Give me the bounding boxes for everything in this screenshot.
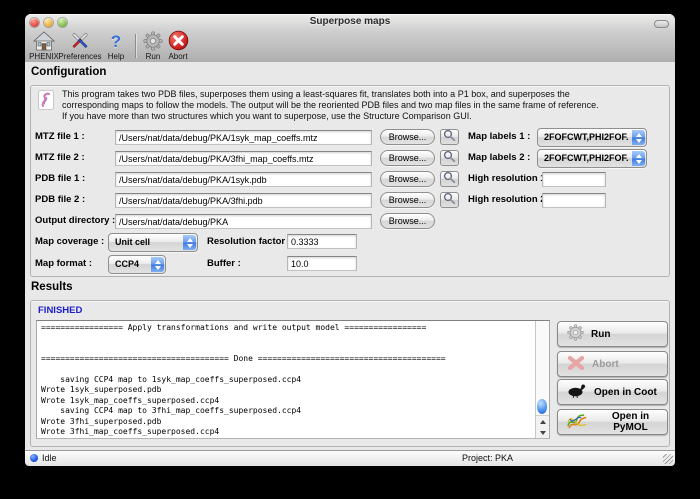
- log-output-area[interactable]: ================= Apply transformations …: [36, 320, 550, 439]
- project-label: Project: PKA: [462, 453, 513, 463]
- run-button[interactable]: Run: [557, 321, 668, 347]
- pdb-file-2-browse-button[interactable]: Browse...: [380, 192, 435, 208]
- toolbar-toggle-button[interactable]: [654, 20, 669, 28]
- open-in-pymol-label: Open in PyMOL: [594, 411, 667, 433]
- map-coverage-select[interactable]: Unit cell: [108, 233, 198, 252]
- output-directory-input[interactable]: [115, 214, 372, 229]
- open-in-coot-label: Open in Coot: [594, 387, 657, 398]
- window-title: Superpose maps: [25, 16, 675, 27]
- stepper-arrows-icon: [151, 257, 164, 272]
- output-directory-browse-button[interactable]: Browse...: [380, 213, 435, 229]
- magnifier-icon: [443, 150, 456, 166]
- arrow-up-icon: [540, 420, 546, 424]
- map-format-select[interactable]: CCP4: [108, 255, 166, 274]
- arrow-down-icon: [540, 431, 546, 435]
- program-ribbon-icon: [38, 90, 54, 115]
- magnifier-icon: [443, 192, 456, 208]
- resize-grip[interactable]: [663, 454, 673, 464]
- configuration-section-title: Configuration: [31, 66, 106, 78]
- high-resolution-2-input[interactable]: [542, 193, 606, 208]
- stepper-arrows-icon: [183, 235, 196, 250]
- magnifier-icon: [443, 129, 456, 145]
- pdb-file-1-browse-button[interactable]: Browse...: [380, 171, 435, 187]
- pdb-file-1-inspect-button[interactable]: [440, 171, 459, 187]
- title-toolbar-chrome: Superpose maps PHENIX: [25, 14, 675, 63]
- mtz-file-1-label: MTZ file 1 :: [35, 131, 85, 142]
- mtz-file-2-inspect-button[interactable]: [440, 150, 459, 166]
- toolbar-label-abort: Abort: [161, 52, 195, 61]
- map-format-value: CCP4: [115, 259, 147, 269]
- mtz-file-2-input[interactable]: [115, 151, 372, 166]
- mtz-file-1-inspect-button[interactable]: [440, 129, 459, 145]
- resolution-factor-input[interactable]: [287, 234, 357, 249]
- map-format-label: Map format :: [35, 258, 92, 269]
- results-section-title: Results: [31, 281, 73, 293]
- status-bar: Idle Project: PKA: [25, 450, 675, 466]
- scrollbar-arrow-buttons: [536, 415, 549, 438]
- map-labels-1-value: 2FOFCWT,PHI2FOF...: [544, 132, 628, 142]
- pdb-file-2-input[interactable]: [115, 193, 372, 208]
- close-window-button[interactable]: [30, 18, 39, 27]
- tools-icon: [54, 30, 106, 51]
- toolbar-item-help[interactable]: ? Help: [102, 30, 130, 61]
- high-resolution-1-label: High resolution 1 :: [468, 173, 551, 184]
- pdb-file-2-inspect-button[interactable]: [440, 192, 459, 208]
- mtz-file-2-label: MTZ file 2 :: [35, 152, 85, 163]
- abort-x-icon: [567, 355, 585, 374]
- log-text: ================= Apply transformations …: [37, 321, 549, 439]
- map-labels-2-select[interactable]: 2FOFCWT,PHI2FOF...: [537, 149, 647, 168]
- open-in-pymol-button[interactable]: Open in PyMOL: [557, 409, 668, 435]
- map-labels-1-select[interactable]: 2FOFCWT,PHI2FOF...: [537, 128, 647, 147]
- desktop-background: Superpose maps PHENIX: [0, 0, 700, 499]
- high-resolution-1-input[interactable]: [542, 172, 606, 187]
- help-icon: ?: [102, 30, 130, 51]
- mtz-file-2-browse-button[interactable]: Browse...: [380, 150, 435, 166]
- zoom-window-button[interactable]: [58, 18, 67, 27]
- pdb-file-1-label: PDB file 1 :: [35, 173, 85, 184]
- status-text: Idle: [42, 453, 57, 463]
- app-window: Superpose maps PHENIX: [25, 14, 675, 465]
- toolbar-label-preferences: Preferences: [54, 52, 106, 61]
- magnifier-icon: [443, 171, 456, 187]
- main-content: Configuration This program takes two PDB…: [25, 62, 675, 450]
- mtz-file-1-input[interactable]: [115, 130, 372, 145]
- toolbar-label-help: Help: [102, 52, 130, 61]
- map-labels-2-value: 2FOFCWT,PHI2FOF...: [544, 153, 628, 163]
- abort-button-label: Abort: [592, 359, 619, 370]
- pdb-file-2-label: PDB file 2 :: [35, 194, 85, 205]
- buffer-label: Buffer :: [207, 258, 241, 269]
- map-labels-2-label: Map labels 2 :: [468, 152, 530, 163]
- abort-button[interactable]: Abort: [557, 351, 668, 377]
- stepper-arrows-icon: [632, 130, 645, 145]
- scroll-up-button[interactable]: [536, 416, 549, 427]
- scrollbar-thumb[interactable]: [537, 399, 547, 414]
- high-resolution-2-label: High resolution 2 :: [468, 194, 551, 205]
- gear-icon: [567, 324, 584, 344]
- stepper-arrows-icon: [632, 151, 645, 166]
- pdb-file-1-input[interactable]: [115, 172, 372, 187]
- toolbar-item-abort[interactable]: Abort: [161, 30, 195, 61]
- coot-bird-icon: [567, 383, 587, 401]
- map-coverage-value: Unit cell: [115, 237, 179, 247]
- log-scrollbar[interactable]: [535, 321, 549, 438]
- output-directory-label: Output directory :: [35, 215, 115, 226]
- toolbar-item-preferences[interactable]: Preferences: [54, 30, 106, 61]
- pymol-ribbon-icon: [567, 413, 587, 432]
- scroll-down-button[interactable]: [536, 427, 549, 438]
- program-description-line2: corresponding maps to follow the models.…: [62, 100, 599, 111]
- minimize-window-button[interactable]: [44, 18, 53, 27]
- run-button-label: Run: [591, 329, 610, 340]
- map-labels-1-label: Map labels 1 :: [468, 131, 530, 142]
- resolution-factor-label: Resolution factor :: [207, 236, 291, 247]
- status-indicator-icon: [30, 454, 38, 462]
- map-coverage-label: Map coverage :: [35, 236, 104, 247]
- abort-x-icon: [161, 30, 195, 51]
- program-description-line3: If you have more than two structures whi…: [62, 111, 472, 122]
- toolbar-separator: [135, 34, 136, 58]
- buffer-input[interactable]: [287, 256, 357, 271]
- open-in-coot-button[interactable]: Open in Coot: [557, 379, 668, 405]
- mtz-file-1-browse-button[interactable]: Browse...: [380, 129, 435, 145]
- status-badge: FINISHED: [38, 305, 82, 316]
- program-description-line1: This program takes two PDB files, superp…: [62, 89, 570, 100]
